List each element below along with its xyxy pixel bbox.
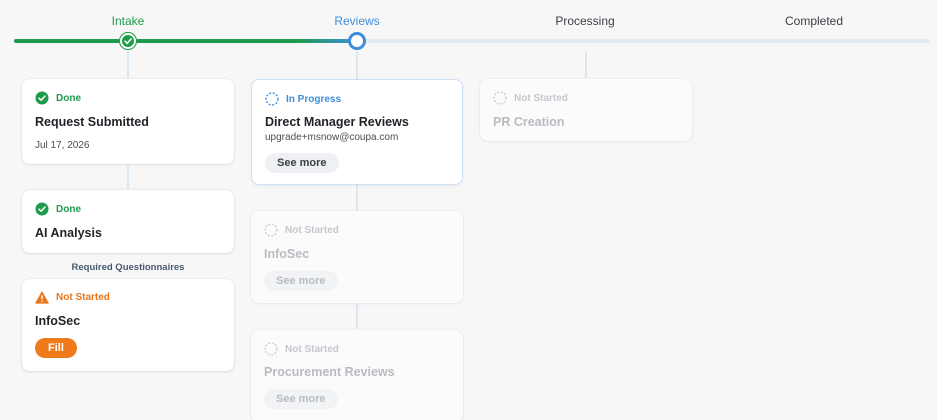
not-started-icon xyxy=(264,342,278,356)
check-circle-icon xyxy=(35,202,49,216)
request-submitted-card: Done Request Submitted Jul 17, 2026 xyxy=(22,79,234,164)
status-badge: Done xyxy=(35,91,81,105)
progress-track-fill xyxy=(14,39,357,43)
card-title: PR Creation xyxy=(493,115,565,129)
warning-icon xyxy=(35,290,49,304)
status-badge: Done xyxy=(35,202,81,216)
status-text: Done xyxy=(56,203,81,215)
required-questionnaires-label: Required Questionnaires xyxy=(71,262,185,273)
procurement-reviews-card: Not Started Procurement Reviews See more xyxy=(251,330,463,420)
status-text: Not Started xyxy=(285,224,339,236)
stage-label-completed: Completed xyxy=(784,14,844,28)
status-badge: Not Started xyxy=(264,342,339,356)
card-title: AI Analysis xyxy=(35,226,102,240)
see-more-button[interactable]: See more xyxy=(264,389,338,409)
check-icon xyxy=(124,38,132,45)
connector-line xyxy=(356,303,358,330)
connector-line xyxy=(127,164,129,190)
stage-node-intake-done xyxy=(120,33,136,49)
infosec-review-card: Not Started InfoSec See more xyxy=(251,211,463,303)
card-title: Request Submitted xyxy=(35,115,149,129)
connector-line xyxy=(356,51,358,79)
in-progress-icon xyxy=(265,92,279,106)
infosec-questionnaire-card: Not Started InfoSec Fill xyxy=(22,279,234,371)
status-text: Not Started xyxy=(514,92,568,104)
reviewer-email: upgrade+msnow@coupa.com xyxy=(265,132,399,143)
stage-label-processing: Processing xyxy=(555,14,615,28)
submitted-date: Jul 17, 2026 xyxy=(35,140,90,151)
status-text: Not Started xyxy=(56,291,110,303)
see-more-button[interactable]: See more xyxy=(264,271,338,291)
status-text: In Progress xyxy=(286,93,342,105)
fill-button[interactable]: Fill xyxy=(35,338,77,358)
pr-creation-card: Not Started PR Creation xyxy=(480,79,692,141)
connector-line xyxy=(356,185,358,211)
card-title: InfoSec xyxy=(35,314,81,328)
stage-label-intake: Intake xyxy=(111,14,145,28)
card-title: Direct Manager Reviews xyxy=(265,115,409,129)
see-more-button[interactable]: See more xyxy=(265,153,339,173)
stage-node-reviews-current xyxy=(348,32,366,50)
stage-label-reviews: Reviews xyxy=(334,14,380,28)
not-started-icon xyxy=(493,91,507,105)
status-badge: Not Started xyxy=(35,290,110,304)
card-title: Procurement Reviews xyxy=(264,365,395,379)
check-circle-icon xyxy=(35,91,49,105)
status-text: Done xyxy=(56,92,81,104)
card-title: InfoSec xyxy=(264,247,310,261)
direct-manager-reviews-card: In Progress Direct Manager Reviews upgra… xyxy=(251,79,463,185)
status-badge: Not Started xyxy=(493,91,568,105)
status-badge: Not Started xyxy=(264,223,339,237)
status-text: Not Started xyxy=(285,343,339,355)
connector-line xyxy=(127,51,129,79)
connector-line xyxy=(585,51,587,79)
not-started-icon xyxy=(264,223,278,237)
ai-analysis-card: Done AI Analysis xyxy=(22,190,234,253)
status-badge: In Progress xyxy=(265,92,341,106)
